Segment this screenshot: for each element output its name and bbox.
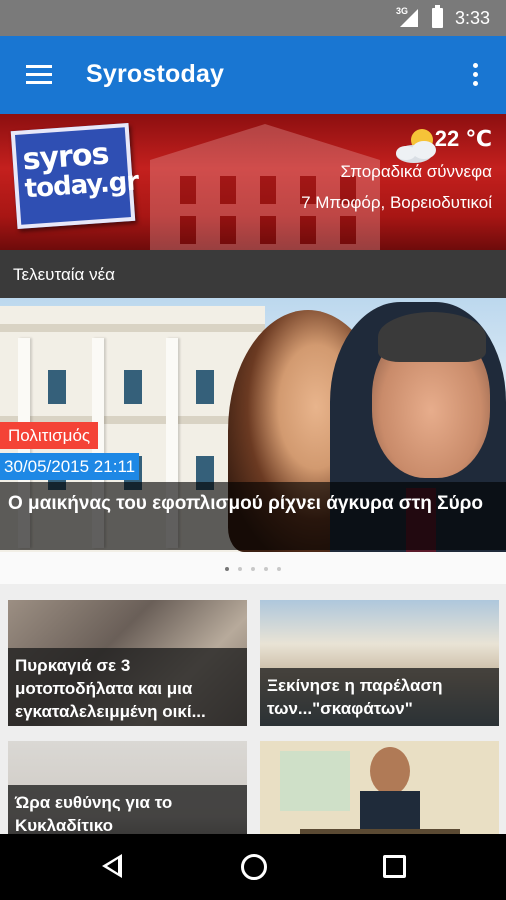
pager-dot[interactable]	[264, 567, 268, 571]
hamburger-menu-icon[interactable]	[26, 65, 52, 85]
featured-headline: Ο μαικήνας του εφοπλισμού ρίχνει άγκυρα …	[8, 493, 483, 514]
pager-dot[interactable]	[225, 567, 229, 571]
building-silhouette	[150, 124, 380, 250]
news-card[interactable]: Ξεκίνησε η παρέλαση των..."σκαφάτων"	[260, 600, 499, 726]
section-header: Τελευταία νέα	[0, 250, 506, 298]
news-card-title: Ξεκίνησε η παρέλαση των..."σκαφάτων"	[267, 676, 443, 718]
status-bar: 3G 3:33	[0, 0, 506, 36]
system-nav-bar	[0, 834, 506, 900]
overflow-menu-icon[interactable]	[468, 62, 482, 88]
pager-dot[interactable]	[251, 567, 255, 571]
pager-dot[interactable]	[277, 567, 281, 571]
temperature: 22 ℃	[434, 126, 492, 151]
recent-apps-icon[interactable]	[383, 855, 406, 878]
app-bar: Syrostoday	[0, 36, 506, 114]
clock: 3:33	[455, 8, 491, 28]
home-icon[interactable]	[241, 854, 267, 880]
signal-icon	[400, 9, 418, 27]
news-card[interactable]: Πυρκαγιά σε 3 μοτοποδήλατα και μια εγκατ…	[8, 600, 247, 726]
date-badge: 30/05/2015 21:11	[0, 453, 140, 480]
app-title: Syrostoday	[86, 60, 225, 88]
battery-icon	[432, 5, 443, 28]
wind-info: 7 Μποφόρ, Βορειοδυτικοί	[301, 193, 492, 212]
back-icon[interactable]	[102, 854, 122, 878]
weather-banner: syros today.gr 22 ℃ Σποραδικά σύννεφα 7 …	[0, 114, 506, 250]
news-card-title: Ώρα ευθύνης για το Κυκλαδίτικο	[15, 793, 173, 835]
featured-article[interactable]: Πολιτισμός 30/05/2015 21:11 Ο μαικήνας τ…	[0, 298, 506, 552]
pager-dot[interactable]	[238, 567, 242, 571]
headline-overlay: Ο μαικήνας του εφοπλισμού ρίχνει άγκυρα …	[0, 482, 506, 550]
weather-condition: Σποραδικά σύννεφα	[340, 162, 492, 181]
category-badge: Πολιτισμός	[0, 422, 99, 449]
news-card-title: Πυρκαγιά σε 3 μοτοποδήλατα και μια εγκατ…	[15, 656, 206, 721]
section-title: Τελευταία νέα	[13, 265, 116, 284]
syrostoday-logo: syros today.gr	[10, 123, 139, 229]
slide-pager	[0, 552, 506, 584]
